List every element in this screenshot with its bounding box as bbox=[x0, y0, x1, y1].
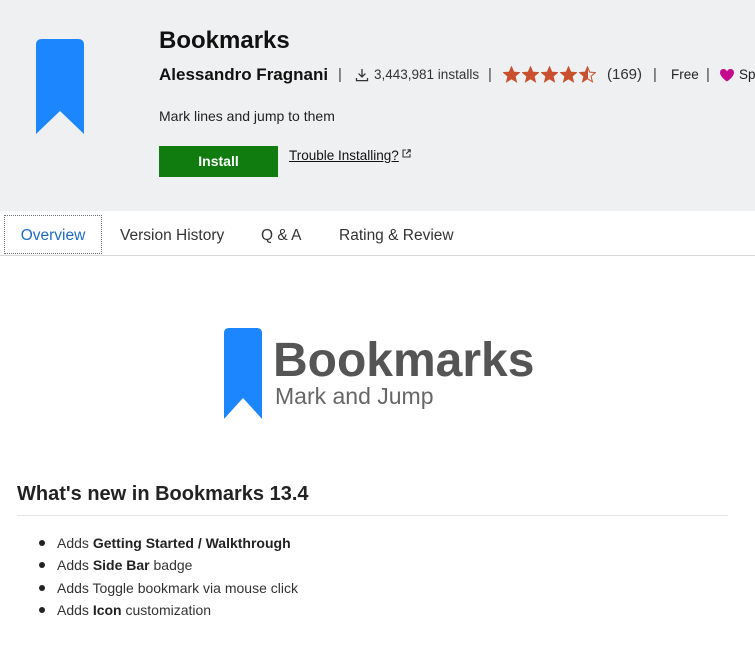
list-item-text: Adds bbox=[57, 602, 93, 619]
list-item-emphasis: Getting Started / Walkthrough bbox=[92, 535, 291, 551]
list-item-text: badge bbox=[149, 557, 193, 574]
sponsor-link[interactable]: Sp bbox=[739, 65, 755, 85]
price-label: Free bbox=[671, 67, 699, 82]
rating-stars bbox=[503, 66, 598, 83]
download-icon bbox=[355, 68, 369, 82]
tab-overview[interactable]: Overview bbox=[4, 215, 102, 254]
whats-new-heading: What's new in Bookmarks 13.4 bbox=[17, 483, 309, 505]
meta-separator: | bbox=[338, 66, 342, 83]
rating-star bbox=[560, 66, 577, 83]
sponsor-label[interactable]: Sp bbox=[739, 65, 755, 85]
banner-title: Bookmarks bbox=[273, 334, 535, 387]
extension-meta-row: Alessandro Fragnani | 3,443,981 installs… bbox=[0, 65, 755, 85]
list-item-text: Adds bbox=[57, 535, 93, 551]
tab-version-history[interactable]: Version History bbox=[120, 218, 224, 254]
heading-divider bbox=[17, 515, 728, 516]
list-item: Adds Getting Started / Walkthrough bbox=[39, 532, 298, 554]
list-item-text: Adds Toggle bookmark via mouse click bbox=[57, 579, 298, 596]
meta-separator: | bbox=[653, 66, 657, 83]
rating-star bbox=[503, 66, 520, 83]
rating-star bbox=[541, 66, 558, 83]
banner-subtitle: Mark and Jump bbox=[275, 383, 434, 409]
tab-rating-review[interactable]: Rating & Review bbox=[339, 218, 454, 254]
bookmark-icon bbox=[36, 39, 84, 134]
list-item: Adds Icon customization bbox=[39, 599, 298, 621]
rating-star bbox=[522, 66, 539, 83]
list-item: Adds Side Bar badge bbox=[39, 554, 298, 576]
extension-title: Bookmarks bbox=[159, 27, 290, 54]
list-item-text: customization bbox=[121, 602, 212, 619]
whats-new-list: Adds Getting Started / Walkthrough Adds … bbox=[39, 532, 298, 622]
list-item-emphasis: Icon bbox=[92, 602, 122, 619]
tab-bar: Overview Version History Q & A Rating & … bbox=[0, 215, 755, 256]
extension-header: Bookmarks Alessandro Fragnani | 3,443,98… bbox=[0, 0, 755, 211]
list-item-emphasis: Side Bar bbox=[92, 557, 150, 574]
trouble-installing-link[interactable]: Trouble Installing? bbox=[289, 148, 411, 164]
meta-separator: | bbox=[706, 66, 710, 83]
list-item-text: Adds bbox=[57, 557, 93, 574]
rating-count-link[interactable]: (169) bbox=[607, 65, 642, 85]
trouble-installing-label[interactable]: Trouble Installing? bbox=[289, 148, 399, 163]
heart-icon[interactable] bbox=[719, 68, 735, 82]
external-link-icon bbox=[402, 149, 411, 158]
meta-separator: | bbox=[488, 66, 492, 83]
bookmark-icon bbox=[224, 328, 262, 419]
install-count: 3,443,981 installs bbox=[374, 67, 480, 82]
publisher-link[interactable]: Alessandro Fragnani bbox=[159, 65, 328, 85]
rating-star bbox=[579, 66, 596, 83]
install-button[interactable]: Install bbox=[159, 146, 278, 177]
tab-q-and-a[interactable]: Q & A bbox=[261, 218, 302, 254]
extension-description: Mark lines and jump to them bbox=[159, 108, 335, 124]
list-item: Adds Toggle bookmark via mouse click bbox=[39, 577, 298, 599]
